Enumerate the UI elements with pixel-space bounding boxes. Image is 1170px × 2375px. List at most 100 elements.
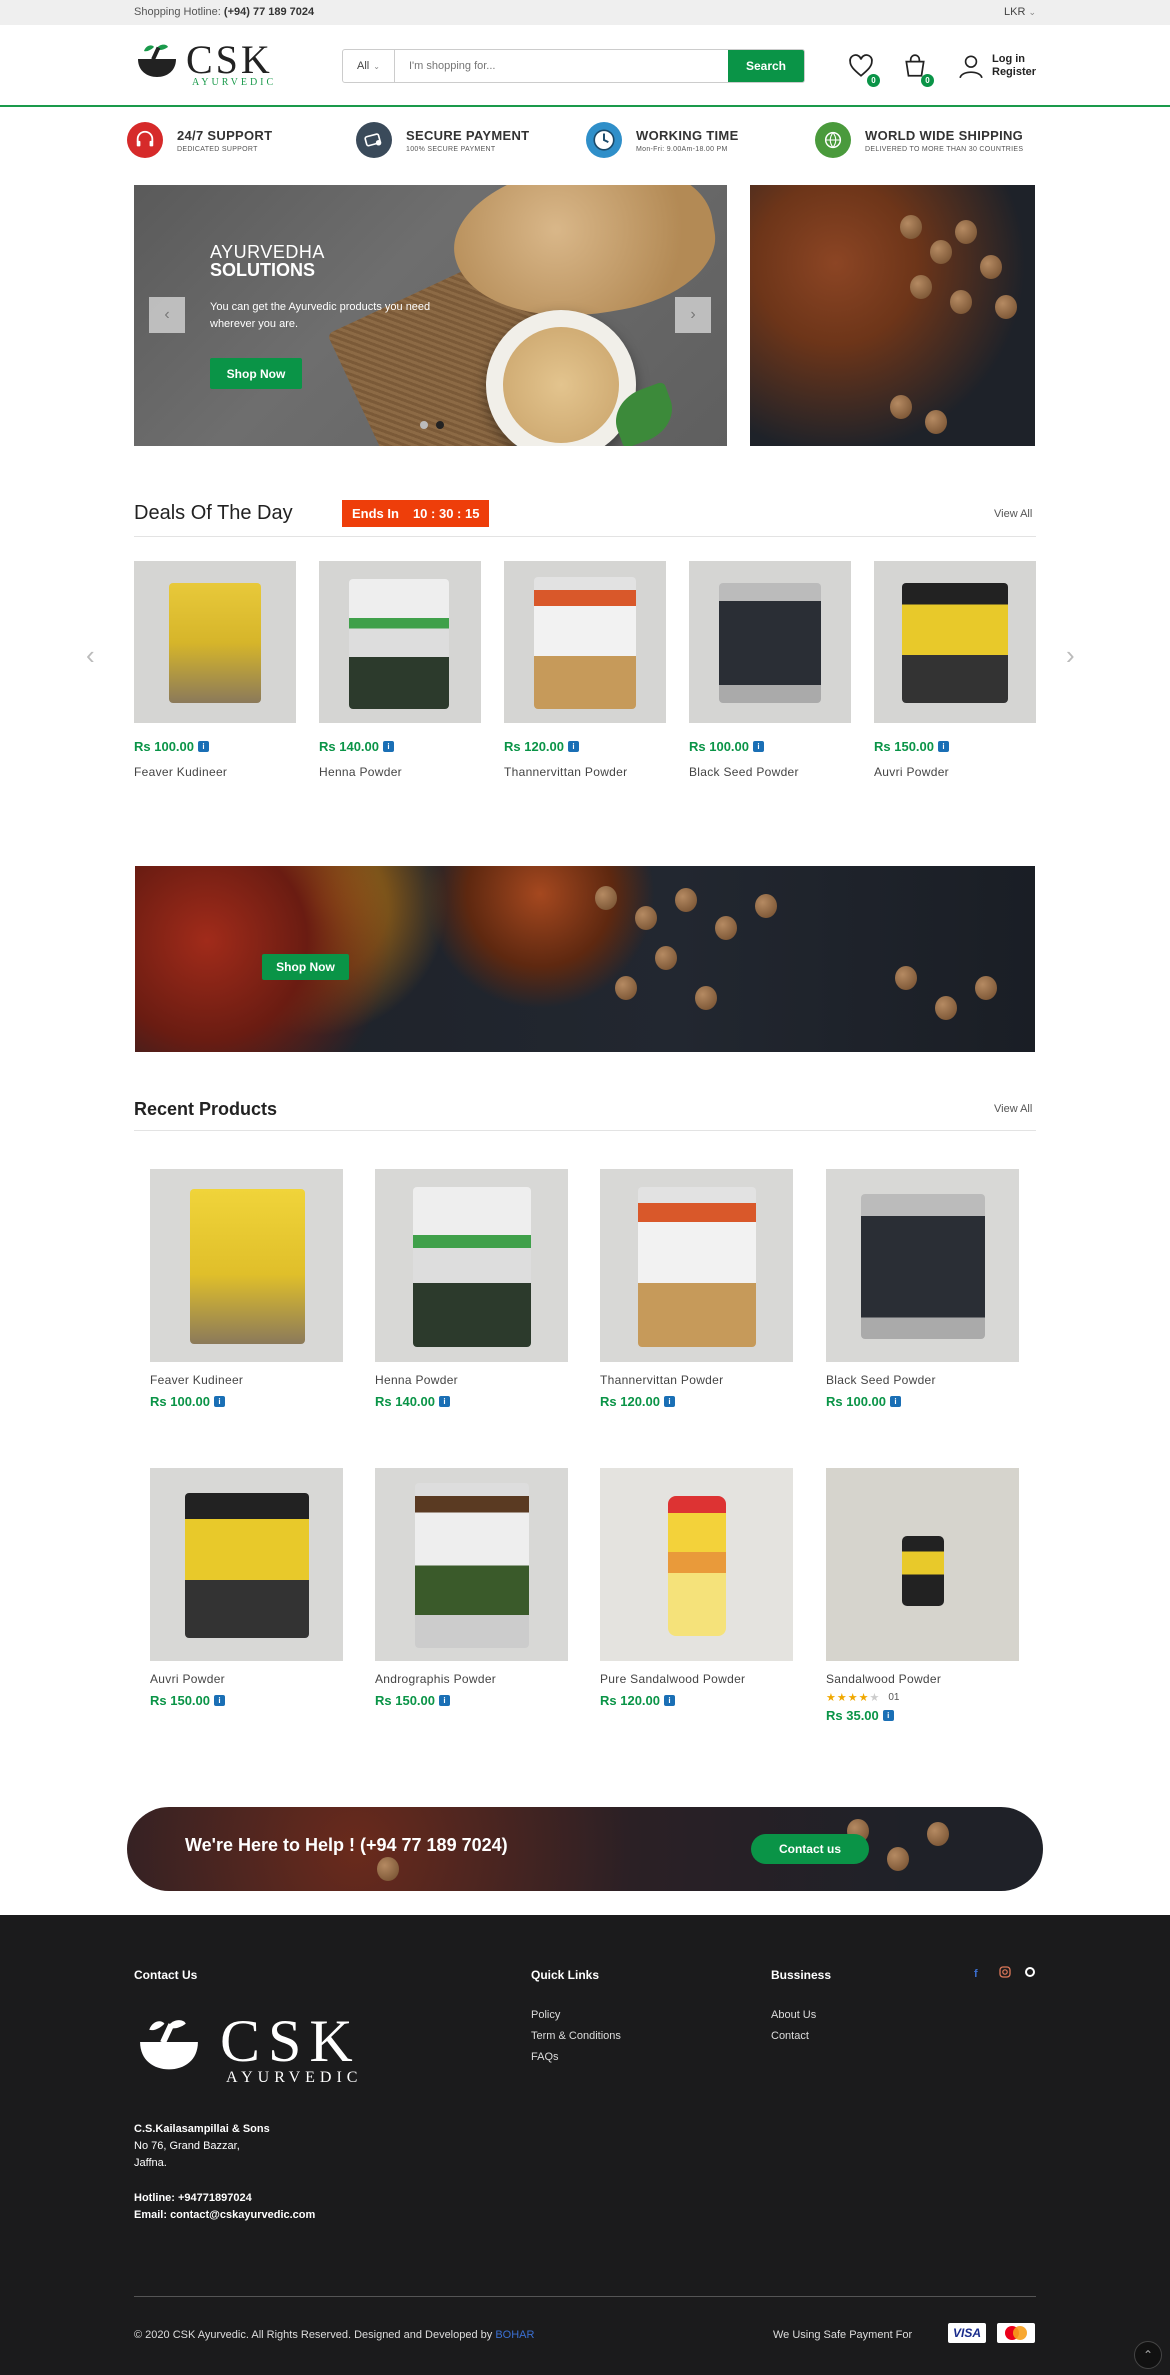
wishlist-button[interactable]: 0 [848,53,880,87]
clock-icon [586,122,622,158]
hotline: Shopping Hotline: (+94) 77 189 7024 [134,6,314,18]
price-value: Rs 100.00 [826,1394,886,1409]
deal-card[interactable]: Rs 120.00 i Thannervittan Powder [504,561,666,779]
deals-view-all-link[interactable]: View All [994,508,1032,520]
price-value: Rs 100.00 [134,739,194,754]
product-image[interactable] [600,1169,793,1362]
currency-selector[interactable]: LKR ⌄ [1004,6,1036,18]
hotline-number[interactable]: (+94) 77 189 7024 [224,6,314,18]
footer-link-faqs[interactable]: FAQs [531,2047,621,2068]
slider-dot[interactable] [420,421,428,429]
product-card[interactable]: Feaver Kudineer Rs 100.00 i [150,1169,343,1409]
slider-next-button[interactable]: › [675,297,711,333]
spices-banner[interactable]: Shop Now [135,866,1035,1052]
footer-logo-subtext: AYURVEDIC [226,2069,363,2086]
deal-name[interactable]: Thannervittan Powder [504,765,666,779]
deal-card[interactable]: Rs 100.00 i Feaver Kudineer [134,561,296,779]
footer-address: C.S.Kailasampillai & Sons No 76, Grand B… [134,2121,270,2172]
product-name[interactable]: Thannervittan Powder [600,1373,793,1387]
product-name[interactable]: Andrographis Powder [375,1672,568,1686]
product-image[interactable] [504,561,666,723]
globe-truck-icon [815,122,851,158]
slider-dot-active[interactable] [436,421,444,429]
product-image[interactable] [826,1169,1019,1362]
deal-name[interactable]: Henna Powder [319,765,481,779]
deal-name[interactable]: Auvri Powder [874,765,1036,779]
product-card[interactable]: Sandalwood Powder ★★★★★ 01 Rs 35.00 i [826,1468,1019,1723]
recent-view-all-link[interactable]: View All [994,1103,1032,1115]
price-value: Rs 100.00 [150,1394,210,1409]
visa-icon: VISA [948,2323,986,2343]
side-banner[interactable] [750,185,1035,446]
feature-support: 24/7 SUPPORT DEDICATED SUPPORT [127,119,272,161]
product-image[interactable] [600,1468,793,1661]
product-image[interactable] [689,561,851,723]
deal-name[interactable]: Feaver Kudineer [134,765,296,779]
deals-prev-button[interactable]: ‹ [86,640,95,671]
product-image[interactable] [319,561,481,723]
price-value: Rs 150.00 [874,739,934,754]
deal-name[interactable]: Black Seed Powder [689,765,851,779]
footer-link-policy[interactable]: Policy [531,2005,621,2026]
product-card[interactable]: Black Seed Powder Rs 100.00 i [826,1169,1019,1409]
spices-shop-now-button[interactable]: Shop Now [262,954,349,980]
product-image[interactable] [874,561,1036,723]
help-banner: We're Here to Help ! (+94 77 189 7024) C… [127,1807,1043,1891]
product-name[interactable]: Henna Powder [375,1373,568,1387]
instagram-icon[interactable] [999,1966,1011,1981]
search-input[interactable] [395,50,728,82]
scroll-to-top-button[interactable]: ⌃ [1134,2341,1162,2369]
developer-link[interactable]: BOHAR [495,2329,534,2341]
register-link[interactable]: Register [992,66,1036,79]
product-card[interactable]: Auvri Powder Rs 150.00 i [150,1468,343,1708]
footer-logo[interactable]: CSK AYURVEDIC [134,2007,374,2097]
deal-card[interactable]: Rs 140.00 i Henna Powder [319,561,481,779]
cart-button[interactable]: 0 [902,53,934,87]
login-link[interactable]: Log in [992,53,1036,66]
product-price: Rs 100.00 i [150,1394,343,1409]
product-image[interactable] [150,1468,343,1661]
product-name[interactable]: Sandalwood Powder [826,1672,1019,1686]
product-name[interactable]: Black Seed Powder [826,1373,1019,1387]
product-image[interactable] [375,1169,568,1362]
slider-prev-button[interactable]: ‹ [149,297,185,333]
product-name[interactable]: Feaver Kudineer [150,1373,343,1387]
hotline-text[interactable]: Hotline: +94771897024 [134,2190,315,2207]
product-image[interactable] [134,561,296,723]
price-value: Rs 140.00 [319,739,379,754]
hero-shop-now-button[interactable]: Shop Now [210,358,302,389]
product-image[interactable] [150,1169,343,1362]
info-icon: i [890,1396,901,1407]
site-logo[interactable]: CSK AYURVEDIC [134,39,284,89]
footer-contact-info: Hotline: +94771897024 Email: contact@csk… [134,2190,315,2224]
deals-next-button[interactable]: › [1066,640,1075,671]
contact-us-button[interactable]: Contact us [751,1834,869,1864]
product-image[interactable] [375,1468,568,1661]
product-image[interactable] [826,1468,1019,1661]
facebook-icon[interactable]: f [974,1968,978,1980]
product-name[interactable]: Pure Sandalwood Powder [600,1672,793,1686]
logo-subtext: AYURVEDIC [192,77,277,88]
footer-link-terms[interactable]: Term & Conditions [531,2026,621,2047]
email-text[interactable]: Email: contact@cskayurvedic.com [134,2207,315,2224]
deal-card[interactable]: Rs 100.00 i Black Seed Powder [689,561,851,779]
search-category-select[interactable]: All ⌄ [343,50,395,82]
search-button[interactable]: Search [728,50,804,82]
product-card[interactable]: Pure Sandalwood Powder Rs 120.00 i [600,1468,793,1708]
footer-link-about[interactable]: About Us [771,2005,816,2026]
product-name[interactable]: Auvri Powder [150,1672,343,1686]
whatsapp-icon[interactable] [1024,1966,1036,1981]
hero-title-line2: SOLUTIONS [210,260,316,280]
footer-link-contact[interactable]: Contact [771,2026,816,2047]
recent-products-title: Recent Products [134,1099,278,1119]
currency-label: LKR [1003,6,1026,18]
divider [134,1130,1036,1131]
product-card[interactable]: Henna Powder Rs 140.00 i [375,1169,568,1409]
product-card[interactable]: Thannervittan Powder Rs 120.00 i [600,1169,793,1409]
info-icon: i [664,1396,675,1407]
product-card[interactable]: Andrographis Powder Rs 150.00 i [375,1468,568,1708]
deal-card[interactable]: Rs 150.00 i Auvri Powder [874,561,1036,779]
info-icon: i [214,1396,225,1407]
footer-logo-text: CSK [220,2008,361,2074]
product-price: Rs 150.00 i [375,1693,568,1708]
